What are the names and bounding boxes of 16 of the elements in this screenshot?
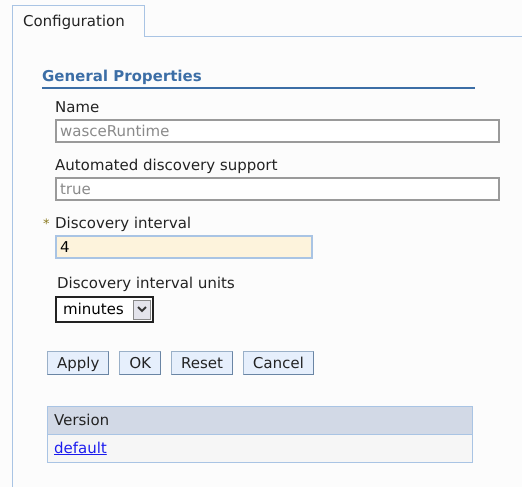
tab[interactable]: Configuration (12, 5, 145, 37)
dropdown-icon (133, 300, 151, 320)
field-label: Discovery interval units (57, 274, 235, 292)
units-select[interactable]: minutes (55, 296, 154, 323)
section-heading: General Properties (42, 66, 475, 89)
field-label: Discovery interval (55, 213, 192, 233)
form-button[interactable]: Apply (47, 351, 110, 375)
form-button[interactable]: Reset (171, 351, 233, 375)
form-button[interactable]: Cancel (242, 351, 314, 375)
text-field[interactable]: 4 (55, 235, 313, 259)
column-header: Version (54, 410, 110, 432)
form-button[interactable]: OK (119, 351, 162, 375)
field-label: Automated discovery support (55, 155, 278, 175)
field-label: Name (55, 97, 100, 117)
version-link[interactable]: default (54, 437, 107, 460)
required-mark: * (43, 216, 50, 234)
